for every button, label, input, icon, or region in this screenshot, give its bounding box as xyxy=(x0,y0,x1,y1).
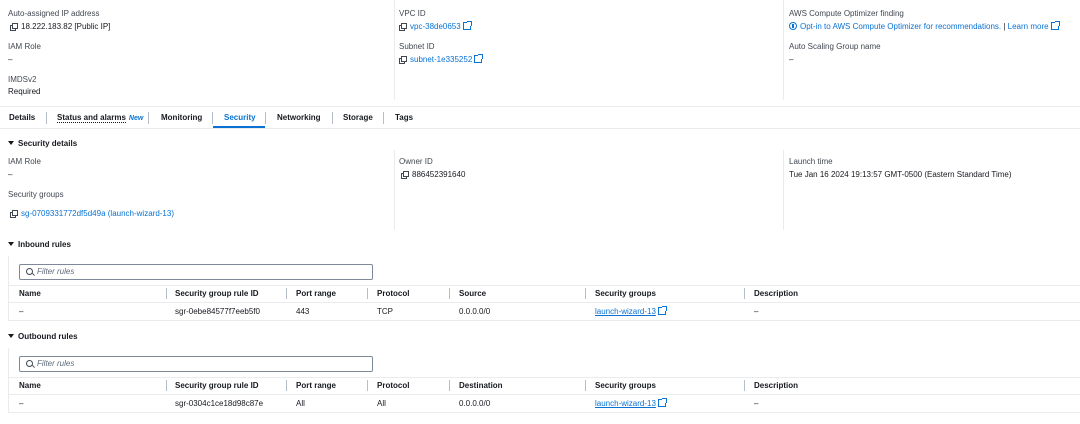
copy-icon[interactable] xyxy=(10,23,18,31)
caret-down-icon xyxy=(8,334,14,338)
copy-icon[interactable] xyxy=(399,56,407,64)
copy-icon[interactable] xyxy=(401,171,409,179)
asg-label: Auto Scaling Group name xyxy=(789,42,881,51)
vpc-value: vpc-38de0653 xyxy=(399,21,472,31)
outbound-cell-sg: launch-wizard-13 xyxy=(595,398,667,408)
outbound-rules-title: Outbound rules xyxy=(18,332,78,341)
security-details-title: Security details xyxy=(18,139,78,148)
outbound-col-desc[interactable]: Description xyxy=(754,381,798,390)
imds-label: IMDSv2 xyxy=(8,75,37,84)
owner-label: Owner ID xyxy=(399,157,433,166)
tab-storage[interactable]: Storage xyxy=(343,113,373,122)
outbound-col-sg[interactable]: Security groups xyxy=(595,381,656,390)
external-link-icon[interactable] xyxy=(657,398,667,407)
copy-icon[interactable] xyxy=(10,210,18,218)
outbound-cell-port: All xyxy=(296,399,305,408)
search-icon xyxy=(26,268,33,275)
outbound-rules-header[interactable]: Outbound rules xyxy=(8,332,78,341)
inbound-col-name[interactable]: Name xyxy=(19,289,41,298)
owner-value: 886452391640 xyxy=(401,170,465,179)
inbound-col-rule-id[interactable]: Security group rule ID xyxy=(175,289,259,298)
asg-value: – xyxy=(789,55,794,64)
outbound-cell-destination: 0.0.0.0/0 xyxy=(459,399,491,408)
learn-more-link[interactable]: Learn more xyxy=(1008,22,1049,31)
inbound-filter-placeholder: Filter rules xyxy=(37,267,75,276)
inbound-col-sg[interactable]: Security groups xyxy=(595,289,656,298)
tab-tags[interactable]: Tags xyxy=(395,113,413,122)
inbound-col-desc[interactable]: Description xyxy=(754,289,798,298)
inbound-sg-link[interactable]: launch-wizard-13 xyxy=(595,307,656,316)
optimizer-optin-link[interactable]: Opt-in to AWS Compute Optimizer for reco… xyxy=(800,22,1001,31)
subnet-value: subnet-1e335252 xyxy=(399,54,484,64)
optimizer-separator: | xyxy=(1003,22,1006,31)
outbound-col-port[interactable]: Port range xyxy=(296,381,336,390)
outbound-cell-desc: – xyxy=(754,399,759,408)
info-icon xyxy=(789,22,797,30)
outbound-filter-input[interactable]: Filter rules xyxy=(19,356,373,372)
sd-sg-link[interactable]: sg-0709331772df5d49a (launch-wizard-13) xyxy=(21,209,174,218)
copy-icon[interactable] xyxy=(399,23,407,31)
imds-value: Required xyxy=(8,87,41,96)
inbound-col-protocol[interactable]: Protocol xyxy=(377,289,409,298)
inbound-filter-input[interactable]: Filter rules xyxy=(19,264,373,280)
inbound-cell-port: 443 xyxy=(296,307,310,316)
outbound-col-rule-id[interactable]: Security group rule ID xyxy=(175,381,259,390)
tab-status-alarms[interactable]: Status and alarms New xyxy=(57,113,144,123)
inbound-col-port[interactable]: Port range xyxy=(296,289,336,298)
iam-role-value-top: – xyxy=(8,55,13,64)
caret-down-icon xyxy=(8,141,14,145)
sd-iam-role-value: – xyxy=(8,170,13,179)
subnet-label: Subnet ID xyxy=(399,42,435,51)
owner-text: 886452391640 xyxy=(412,170,466,179)
outbound-col-name[interactable]: Name xyxy=(19,381,41,390)
inbound-cell-sg: launch-wizard-13 xyxy=(595,306,667,316)
outbound-cell-rule-id: sgr-0304c1ce18d98c87e xyxy=(175,399,264,408)
inbound-rules-title: Inbound rules xyxy=(18,240,71,249)
vpc-label: VPC ID xyxy=(399,9,426,18)
launch-label: Launch time xyxy=(789,157,833,166)
outbound-col-destination[interactable]: Destination xyxy=(459,381,503,390)
inbound-cell-rule-id: sgr-0ebe84577f7eeb5f0 xyxy=(175,307,260,316)
security-details-header[interactable]: Security details xyxy=(8,139,77,148)
sd-iam-role-label: IAM Role xyxy=(8,157,41,166)
inbound-rules-header[interactable]: Inbound rules xyxy=(8,240,71,249)
external-link-icon[interactable] xyxy=(1050,21,1060,30)
inbound-col-source[interactable]: Source xyxy=(459,289,486,298)
tab-security[interactable]: Security xyxy=(224,113,256,122)
sd-sg-value: sg-0709331772df5d49a (launch-wizard-13) xyxy=(10,209,174,218)
tab-status-alarms-label: Status and alarms xyxy=(57,113,126,123)
external-link-icon[interactable] xyxy=(657,306,667,315)
outbound-sg-link[interactable]: launch-wizard-13 xyxy=(595,399,656,408)
optimizer-label: AWS Compute Optimizer finding xyxy=(789,9,904,18)
vpc-link[interactable]: vpc-38de0653 xyxy=(410,22,461,31)
outbound-cell-name: – xyxy=(19,399,24,408)
inbound-cell-name: – xyxy=(19,307,24,316)
sd-sg-label: Security groups xyxy=(8,190,64,199)
outbound-filter-placeholder: Filter rules xyxy=(37,359,75,368)
subnet-link[interactable]: subnet-1e335252 xyxy=(410,55,472,64)
search-icon xyxy=(26,360,33,367)
inbound-cell-desc: – xyxy=(754,307,759,316)
tab-details[interactable]: Details xyxy=(9,113,35,122)
tab-monitoring[interactable]: Monitoring xyxy=(161,113,202,122)
outbound-cell-protocol: All xyxy=(377,399,386,408)
launch-value: Tue Jan 16 2024 19:13:57 GMT-0500 (Easte… xyxy=(789,170,1012,179)
outbound-col-protocol[interactable]: Protocol xyxy=(377,381,409,390)
external-link-icon[interactable] xyxy=(474,54,484,63)
caret-down-icon xyxy=(8,242,14,246)
public-ip-label: Auto-assigned IP address xyxy=(8,9,100,18)
iam-role-label-top: IAM Role xyxy=(8,42,41,51)
external-link-icon[interactable] xyxy=(462,21,472,30)
inbound-cell-protocol: TCP xyxy=(377,307,393,316)
public-ip-text[interactable]: 18.222.183.82 [Public IP] xyxy=(21,22,110,31)
new-badge: New xyxy=(128,115,144,122)
inbound-cell-source: 0.0.0.0/0 xyxy=(459,307,491,316)
tab-networking[interactable]: Networking xyxy=(277,113,321,122)
public-ip-value: 18.222.183.82 [Public IP] xyxy=(10,22,110,31)
optimizer-value: Opt-in to AWS Compute Optimizer for reco… xyxy=(789,21,1060,31)
